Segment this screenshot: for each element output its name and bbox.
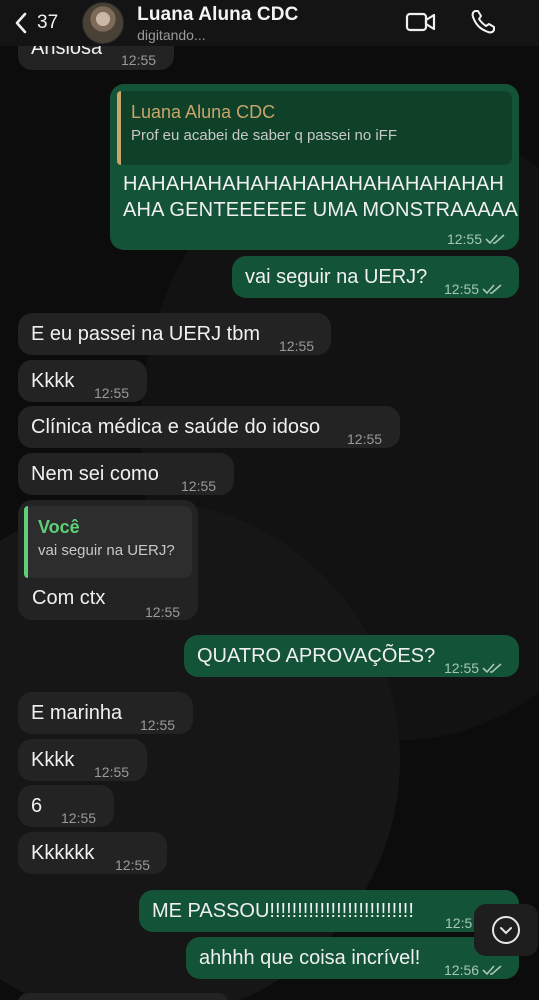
message-time: 12:55 xyxy=(347,431,383,447)
message-in[interactable]: Clínica médica e saúde do idoso 12:55 xyxy=(18,406,400,448)
message-text: E eu passei na UERJ tbm xyxy=(31,323,260,345)
video-camera-icon[interactable] xyxy=(405,8,437,36)
message-in[interactable]: Você vai seguir na UERJ? Com ctx 12:55 xyxy=(18,500,198,620)
avatar[interactable] xyxy=(82,2,125,44)
message-text: Kkkk xyxy=(31,749,75,771)
contact-name: Luana Aluna CDC xyxy=(137,3,299,25)
message-text: ME PASSOU!!!!!!!!!!!!!!!!!!!!!!!!!! xyxy=(152,900,414,922)
message-text-line-2: AHA GENTEEEEEE UMA MONSTRAAAAA xyxy=(123,199,518,221)
message-text: Clínica médica e saúde do idoso xyxy=(31,416,321,438)
message-time: 12:55 xyxy=(115,857,151,873)
message-out[interactable]: Luana Aluna CDC Prof eu acabei de saber … xyxy=(110,84,519,250)
message-time: 12:55 xyxy=(61,810,97,826)
quote-text: vai seguir na UERJ? xyxy=(38,542,175,559)
message-text: ahhhh que coisa incrível! xyxy=(199,947,421,969)
message-text: E marinha xyxy=(31,702,123,724)
double-check-icon xyxy=(482,284,502,295)
quote-author: Luana Aluna CDC xyxy=(131,102,276,122)
message-text: QUATRO APROVAÇÕES? xyxy=(197,645,436,667)
message-time: 12:55 xyxy=(279,338,315,354)
message-text: Com ctx xyxy=(32,587,106,609)
message-in[interactable]: Kkkk 12:55 xyxy=(18,739,147,781)
message-in[interactable]: 6 12:55 xyxy=(18,785,114,827)
back-button[interactable]: 37 xyxy=(14,12,58,34)
message-time: 12:55 xyxy=(444,660,480,676)
quoted-message[interactable]: Luana Aluna CDC Prof eu acabei de saber … xyxy=(117,91,512,165)
scroll-to-bottom-button[interactable] xyxy=(474,904,538,956)
message-text: Kkkkkk xyxy=(31,842,95,864)
quote-author: Você xyxy=(38,517,80,537)
phone-icon[interactable] xyxy=(467,8,499,36)
message-time: 12:55 xyxy=(444,281,480,297)
message-time: 12:55 xyxy=(94,764,130,780)
message-time: 12:56 xyxy=(444,962,480,978)
message-in[interactable]: Kkkkkk 12:55 xyxy=(18,832,167,874)
quote-text: Prof eu acabei de saber q passei no iFF xyxy=(131,127,397,144)
typing-status: digitando... xyxy=(137,26,206,43)
unread-count: 37 xyxy=(37,12,59,33)
message-time: 12:5 xyxy=(445,915,473,931)
message-time: 12:55 xyxy=(181,478,217,494)
message-time: 12:55 xyxy=(94,385,130,401)
message-in[interactable]: E eu passei na UERJ tbm 12:55 xyxy=(18,313,331,355)
double-check-icon xyxy=(482,663,502,674)
message-time: 12:55 xyxy=(145,604,181,620)
message-time: 12:55 xyxy=(446,231,482,247)
message-text: vai seguir na UERJ? xyxy=(245,266,428,288)
message-in-partial[interactable] xyxy=(18,993,228,1000)
contact-info[interactable]: Luana Aluna CDC digitando... xyxy=(137,4,298,43)
message-in[interactable]: Nem sei como 12:55 xyxy=(18,453,234,495)
message-out[interactable]: ahhhh que coisa incrível! 12:56 xyxy=(186,937,519,979)
message-time: 12:55 xyxy=(140,717,176,733)
chevron-down-icon xyxy=(492,916,520,944)
double-check-icon xyxy=(482,965,502,976)
message-in[interactable]: E marinha 12:55 xyxy=(18,692,193,734)
quoted-message[interactable]: Você vai seguir na UERJ? xyxy=(24,506,192,578)
chevron-left-icon xyxy=(15,12,27,34)
message-list[interactable]: Ansiosa 12:55 Luana Aluna CDC Prof eu ac… xyxy=(0,0,539,1000)
message-text: Kkkk xyxy=(31,370,75,392)
chat-header: 37 Luana Aluna CDC digitando... xyxy=(0,0,539,46)
message-out[interactable]: ME PASSOU!!!!!!!!!!!!!!!!!!!!!!!!!! 12:5 xyxy=(139,890,519,932)
message-out[interactable]: vai seguir na UERJ? 12:55 xyxy=(232,256,519,298)
double-check-icon xyxy=(485,234,505,245)
message-in[interactable]: Kkkk 12:55 xyxy=(18,360,147,402)
message-text-line-1: HAHAHAHAHAHAHAHAHAHAHAHAHAH xyxy=(123,173,505,195)
message-out[interactable]: QUATRO APROVAÇÕES? 12:55 xyxy=(184,635,519,677)
message-text: Nem sei como xyxy=(31,463,159,485)
message-time: 12:55 xyxy=(121,52,157,68)
message-text: 6 xyxy=(31,795,43,817)
